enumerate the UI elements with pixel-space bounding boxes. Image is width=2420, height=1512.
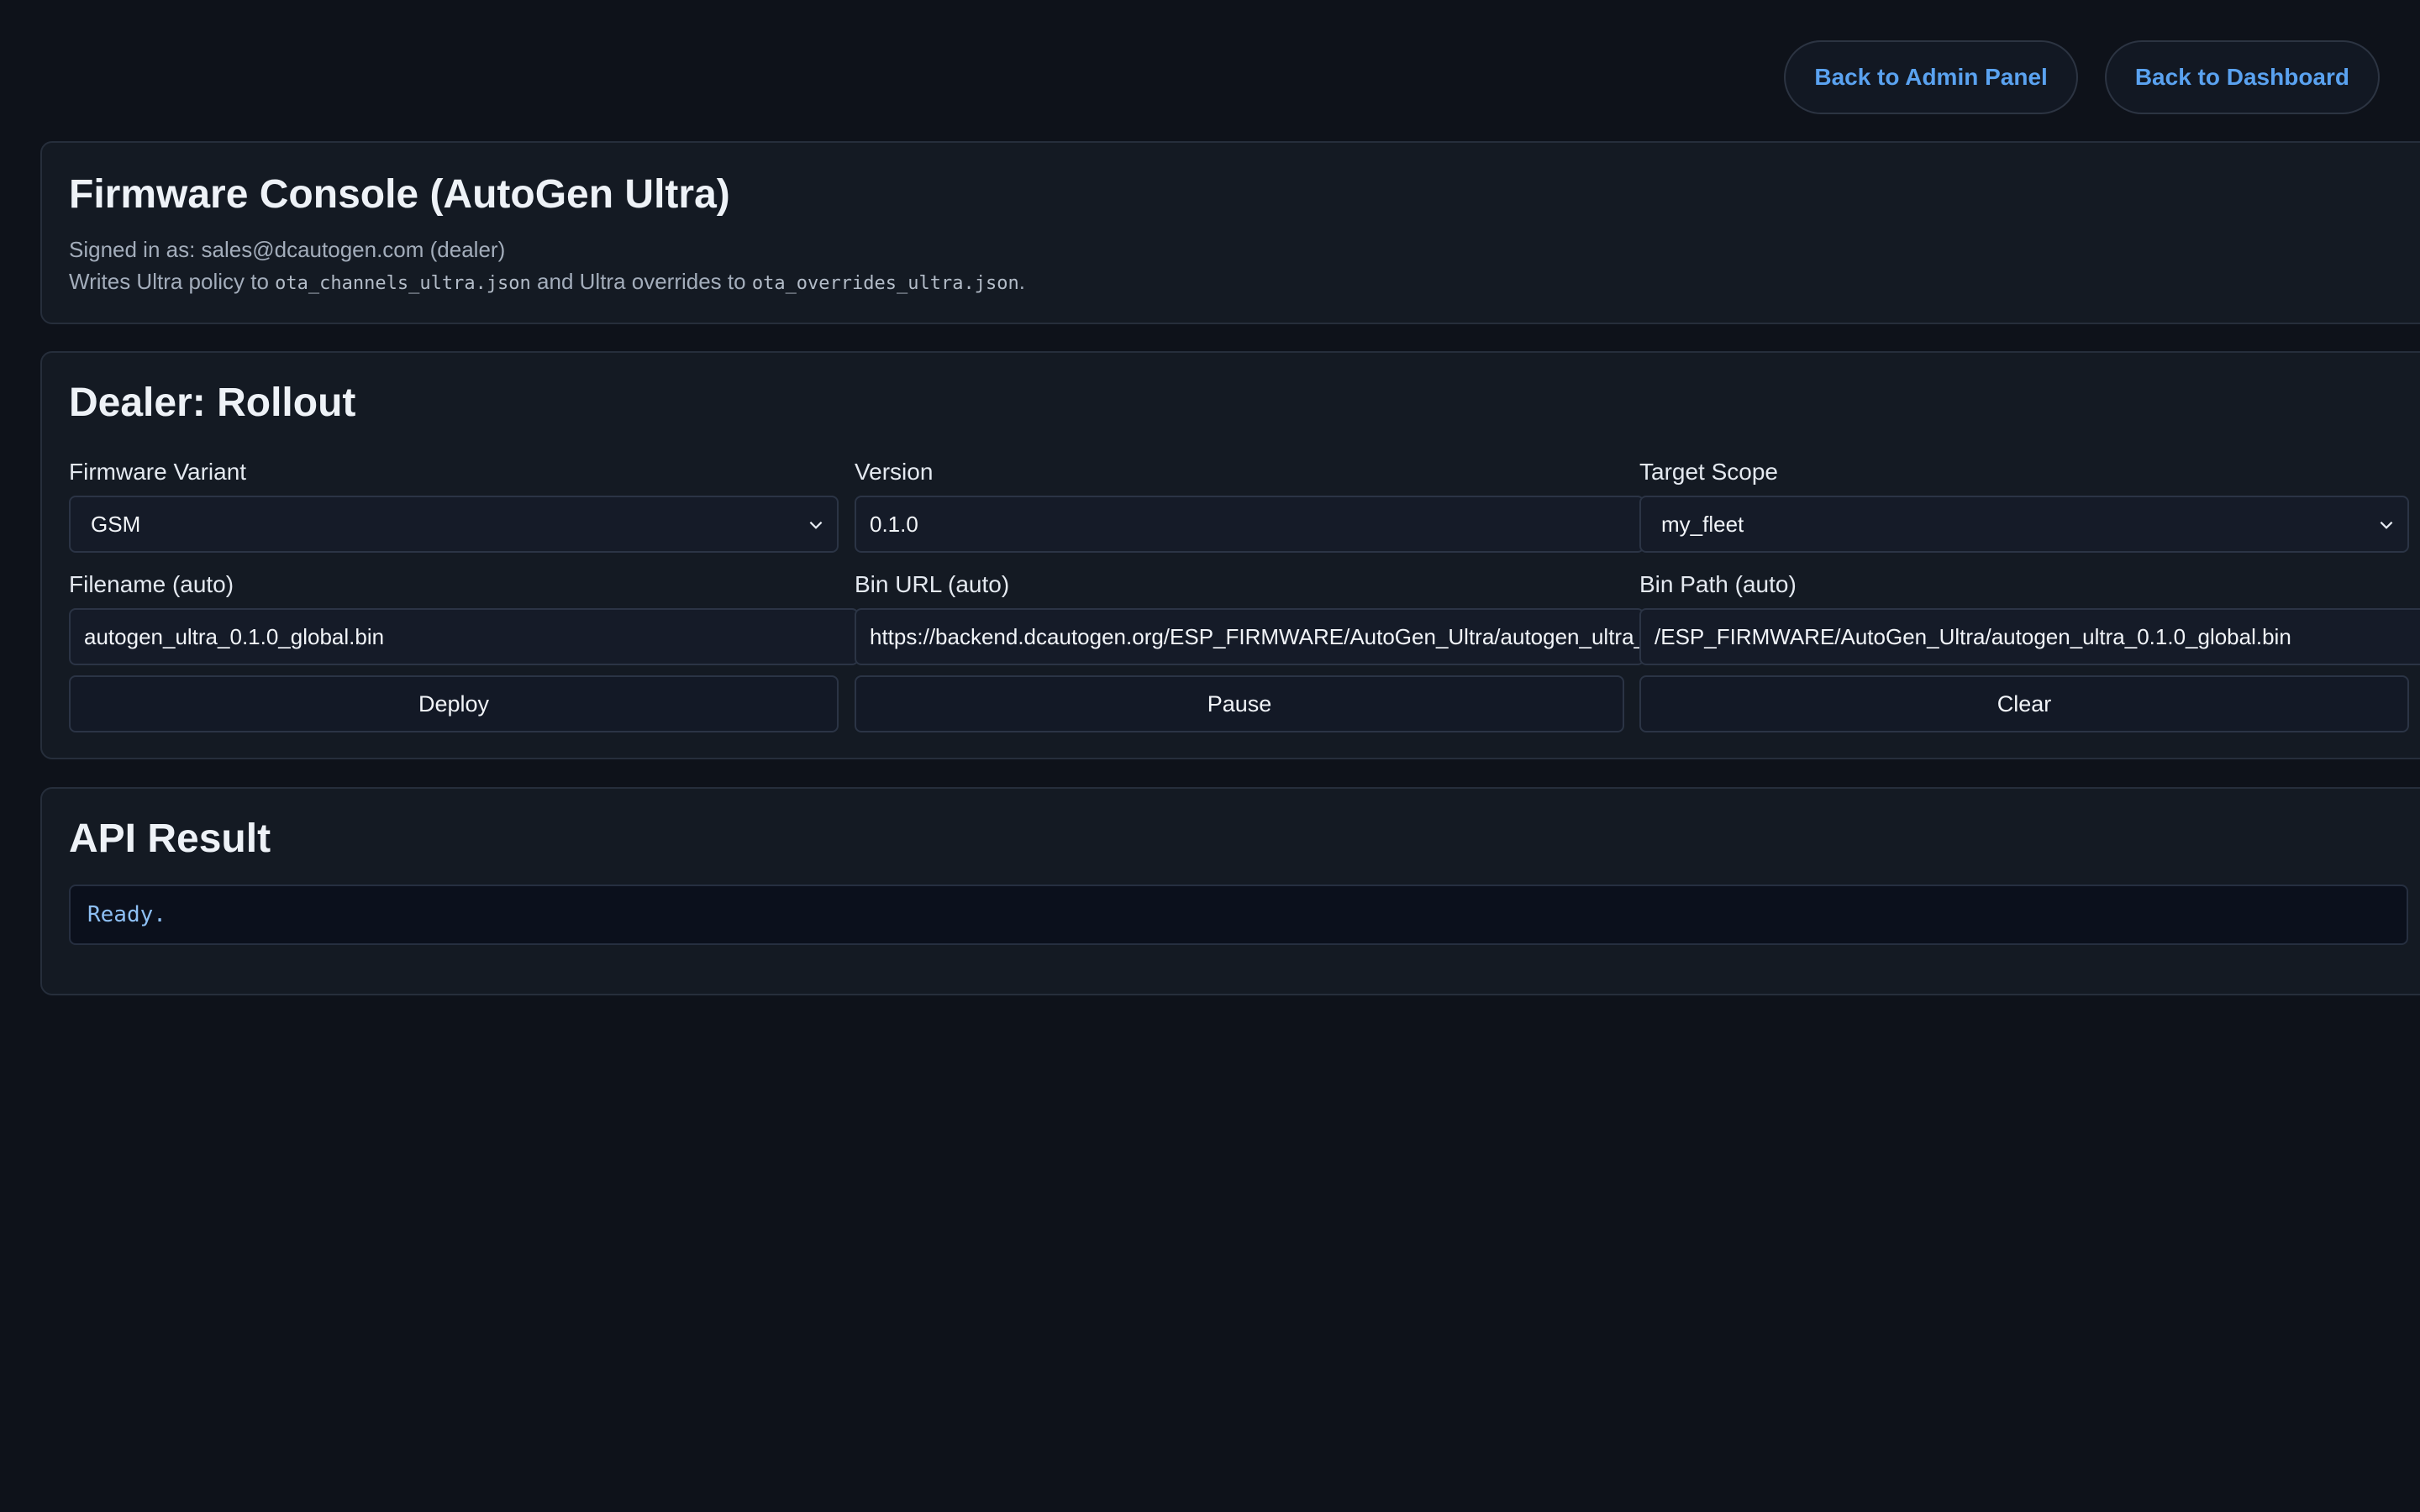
- firmware-variant-value: GSM: [91, 512, 141, 537]
- api-result-panel: API Result Ready.: [40, 787, 2420, 995]
- writes-info-text: Writes Ultra policy to ota_channels_ultr…: [69, 269, 1025, 295]
- api-result-title: API Result: [69, 816, 271, 861]
- console-info-panel: Firmware Console (AutoGen Ultra) Signed …: [40, 141, 2420, 324]
- bin-url-value: https://backend.dcautogen.org/ESP_FIRMWA…: [870, 624, 1643, 649]
- target-scope-label: Target Scope: [1639, 459, 1778, 485]
- clear-button[interactable]: Clear: [1639, 675, 2409, 732]
- bin-url-input[interactable]: https://backend.dcautogen.org/ESP_FIRMWA…: [855, 608, 1644, 665]
- writes-prefix: Writes Ultra policy to: [69, 269, 269, 294]
- writes-suffix: .: [1018, 269, 1025, 294]
- api-result-output: Ready.: [69, 885, 2408, 945]
- chevron-down-icon: [2380, 521, 2393, 529]
- filename-input[interactable]: autogen_ultra_0.1.0_global.bin: [69, 608, 859, 665]
- chevron-down-icon: [809, 521, 823, 529]
- version-input[interactable]: 0.1.0: [855, 496, 1644, 553]
- bin-url-label: Bin URL (auto): [855, 571, 1010, 597]
- overrides-filename: ota_overrides_ultra.json: [751, 273, 1019, 294]
- back-to-dashboard-button[interactable]: Back to Dashboard: [2104, 40, 2380, 114]
- version-value: 0.1.0: [870, 512, 918, 537]
- target-scope-select[interactable]: my_fleet: [1639, 496, 2409, 553]
- page-title: Firmware Console (AutoGen Ultra): [69, 172, 730, 217]
- bin-path-value: /ESP_FIRMWARE/AutoGen_Ultra/autogen_ultr…: [1655, 624, 2291, 649]
- filename-label: Filename (auto): [69, 571, 234, 597]
- firmware-console-page: Back to Admin Panel Back to Dashboard Fi…: [0, 0, 2420, 1512]
- version-label: Version: [855, 459, 934, 485]
- rollout-panel: Dealer: Rollout Firmware Variant GSM Ver…: [40, 351, 2420, 759]
- top-nav: Back to Admin Panel Back to Dashboard: [1784, 40, 2380, 114]
- firmware-variant-label: Firmware Variant: [69, 459, 247, 485]
- rollout-title: Dealer: Rollout: [69, 381, 356, 425]
- filename-value: autogen_ultra_0.1.0_global.bin: [84, 624, 385, 649]
- deploy-button[interactable]: Deploy: [69, 675, 839, 732]
- target-scope-value: my_fleet: [1661, 512, 1744, 537]
- pause-button[interactable]: Pause: [855, 675, 1624, 732]
- channels-filename: ota_channels_ultra.json: [275, 273, 531, 294]
- bin-path-label: Bin Path (auto): [1639, 571, 1797, 597]
- writes-middle: and Ultra overrides to: [537, 269, 746, 294]
- firmware-variant-select[interactable]: GSM: [69, 496, 839, 553]
- back-to-admin-button[interactable]: Back to Admin Panel: [1784, 40, 2078, 114]
- signed-in-text: Signed in as: sales@dcautogen.com (deale…: [69, 237, 506, 262]
- bin-path-input[interactable]: /ESP_FIRMWARE/AutoGen_Ultra/autogen_ultr…: [1639, 608, 2420, 665]
